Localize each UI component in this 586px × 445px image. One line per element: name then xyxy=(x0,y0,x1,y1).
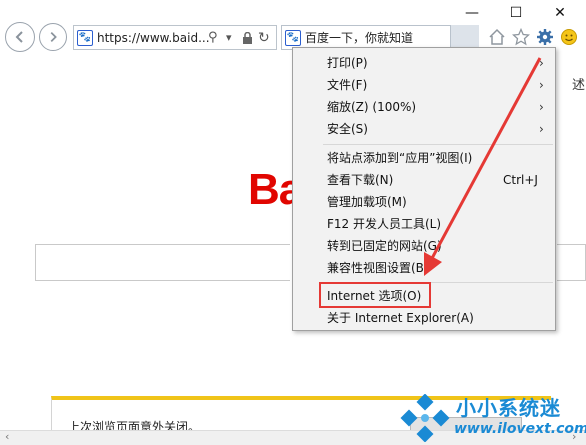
watermark-logo-icon xyxy=(400,394,450,442)
watermark-title: 小小系统迷 xyxy=(456,396,561,420)
watermark-url: www.ilovext.com xyxy=(454,421,586,437)
watermark: 小小系统迷 www.ilovext.com xyxy=(396,392,586,445)
annotation-arrow xyxy=(424,57,542,276)
